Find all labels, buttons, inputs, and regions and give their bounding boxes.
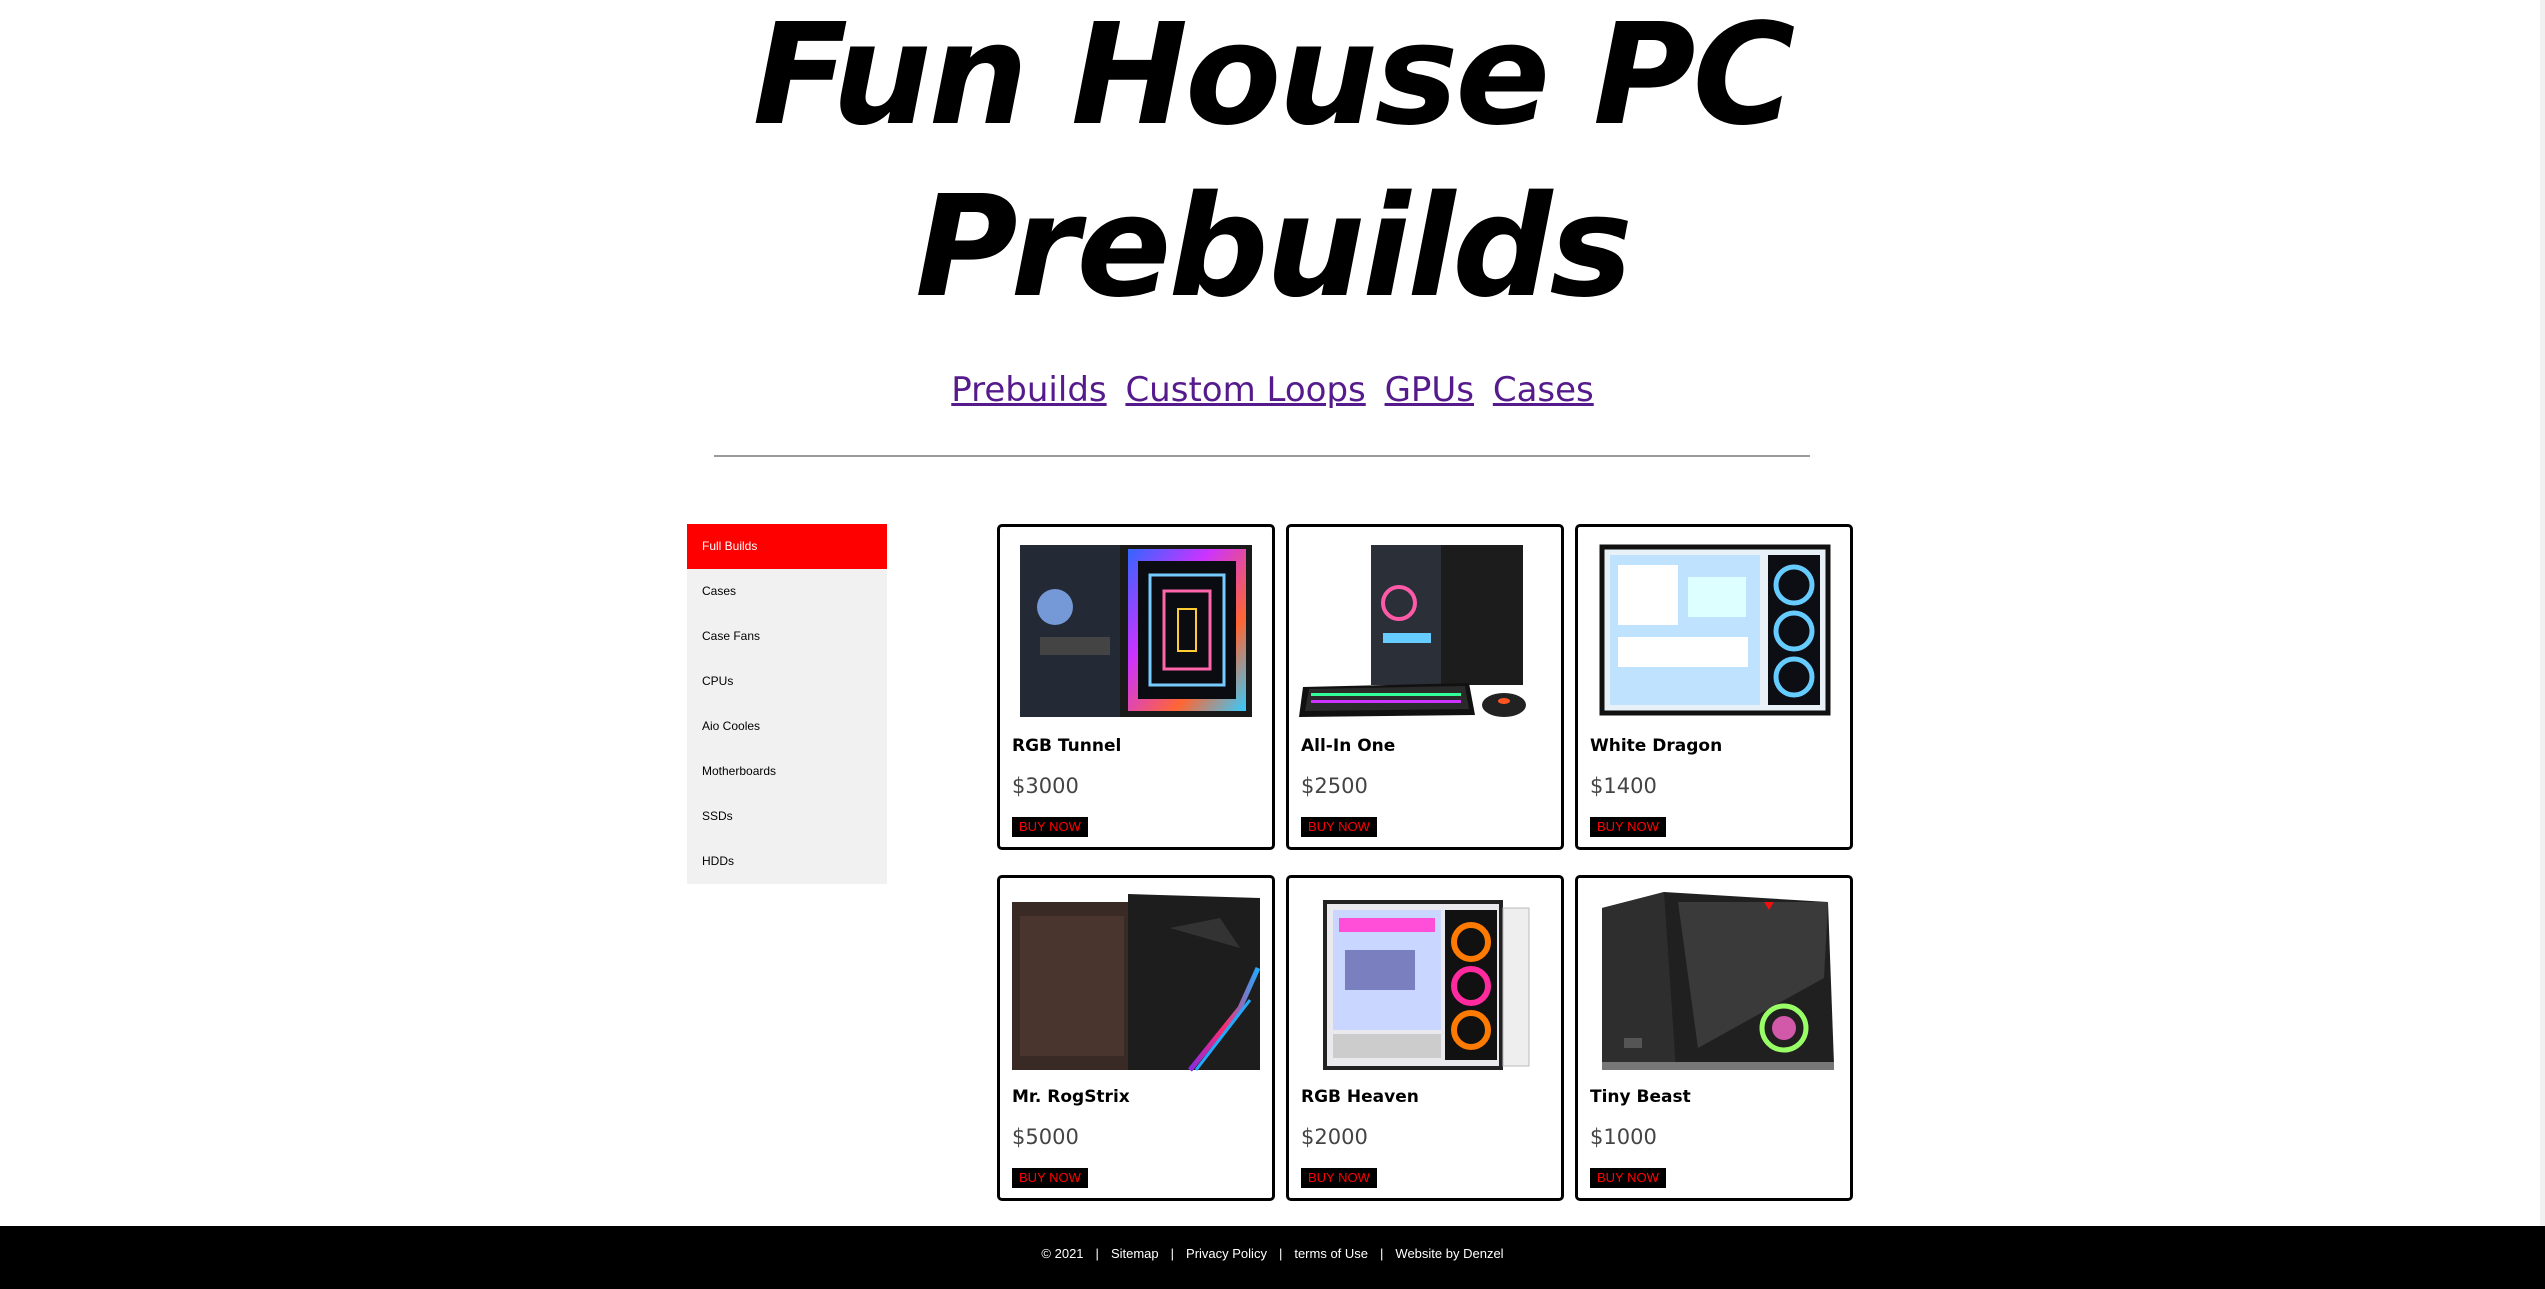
product-price: $1400: [1590, 774, 1657, 798]
buy-now-button[interactable]: BUY NOW: [1012, 817, 1088, 837]
product-name: RGB Tunnel: [1012, 736, 1122, 756]
pc-case-rgb-tunnel-icon: [1010, 537, 1262, 723]
product-price: $3000: [1012, 774, 1079, 798]
nav-link-cases[interactable]: Cases: [1493, 370, 1594, 410]
buy-now-button[interactable]: BUY NOW: [1590, 1168, 1666, 1188]
sidebar-item-cases[interactable]: Cases: [687, 569, 887, 614]
product-card-mr-rogstrix[interactable]: Mr. RogStrix $5000 BUY NOW: [997, 875, 1275, 1201]
pc-case-rog-icon: [1010, 888, 1262, 1074]
sidebar-item-full-builds[interactable]: Full Builds: [687, 524, 887, 569]
footer-sitemap-link[interactable]: Sitemap: [1111, 1246, 1159, 1261]
pc-case-white-icon: [1588, 537, 1840, 723]
pc-case-with-keyboard-icon: [1299, 537, 1551, 723]
product-name: All-In One: [1301, 736, 1396, 756]
product-price: $1000: [1590, 1125, 1657, 1149]
product-card-rgb-tunnel[interactable]: RGB Tunnel $3000 BUY NOW: [997, 524, 1275, 850]
footer-credit: Website by Denzel: [1395, 1246, 1504, 1261]
sidebar-item-aio-coolers[interactable]: Aio Cooles: [687, 704, 887, 749]
site-title-line-1: Fun House PC: [752, 0, 1796, 157]
sidebar-item-case-fans[interactable]: Case Fans: [687, 614, 887, 659]
sidebar-item-cpus[interactable]: CPUs: [687, 659, 887, 704]
nav-link-custom-loops[interactable]: Custom Loops: [1125, 370, 1365, 410]
footer-separator: |: [1170, 1246, 1175, 1261]
product-name: RGB Heaven: [1301, 1087, 1419, 1107]
buy-now-button[interactable]: BUY NOW: [1012, 1168, 1088, 1188]
page: Fun House PC Prebuilds Prebuilds Custom …: [0, 0, 2545, 1289]
footer-privacy-link[interactable]: Privacy Policy: [1186, 1246, 1267, 1261]
product-name: Tiny Beast: [1590, 1087, 1691, 1107]
product-card-white-dragon[interactable]: White Dragon $1400 BUY NOW: [1575, 524, 1853, 850]
footer-separator: |: [1095, 1246, 1099, 1261]
footer-separator: |: [1278, 1246, 1283, 1261]
pc-case-rgb-fans-icon: [1299, 888, 1551, 1074]
buy-now-button[interactable]: BUY NOW: [1301, 817, 1377, 837]
product-card-tiny-beast[interactable]: Tiny Beast $1000 BUY NOW: [1575, 875, 1853, 1201]
product-name: Mr. RogStrix: [1012, 1087, 1130, 1107]
sidebar-item-motherboards[interactable]: Motherboards: [687, 749, 887, 794]
product-price: $2000: [1301, 1125, 1368, 1149]
buy-now-button[interactable]: BUY NOW: [1590, 817, 1666, 837]
footer-terms-link[interactable]: terms of Use: [1294, 1246, 1368, 1261]
sidebar-item-ssds[interactable]: SSDs: [687, 794, 887, 839]
site-title-line-2: Prebuilds: [915, 166, 1633, 329]
site-title: Fun House PC Prebuilds: [0, 0, 2545, 334]
nav-link-gpus[interactable]: GPUs: [1385, 370, 1474, 410]
product-name: White Dragon: [1590, 736, 1723, 756]
sidebar-menu: Full Builds Cases Case Fans CPUs Aio Coo…: [687, 524, 887, 884]
product-card-all-in-one[interactable]: All-In One $2500 BUY NOW: [1286, 524, 1564, 850]
top-nav: Prebuilds Custom Loops GPUs Cases: [0, 367, 2545, 413]
site-footer: © 2021 | Sitemap | Privacy Policy | terms of U…: [0, 1226, 2545, 1289]
sidebar-item-hdds[interactable]: HDDs: [687, 839, 887, 884]
product-card-rgb-heaven[interactable]: RGB Heaven $2000 BUY NOW: [1286, 875, 1564, 1201]
nav-link-prebuilds[interactable]: Prebuilds: [951, 370, 1106, 410]
product-price: $5000: [1012, 1125, 1079, 1149]
header-divider: [714, 455, 1810, 457]
buy-now-button[interactable]: BUY NOW: [1301, 1168, 1377, 1188]
footer-copyright: © 2021: [1041, 1246, 1084, 1261]
pc-case-msi-icon: [1588, 888, 1840, 1074]
product-price: $2500: [1301, 774, 1368, 798]
footer-separator: |: [1380, 1246, 1384, 1261]
